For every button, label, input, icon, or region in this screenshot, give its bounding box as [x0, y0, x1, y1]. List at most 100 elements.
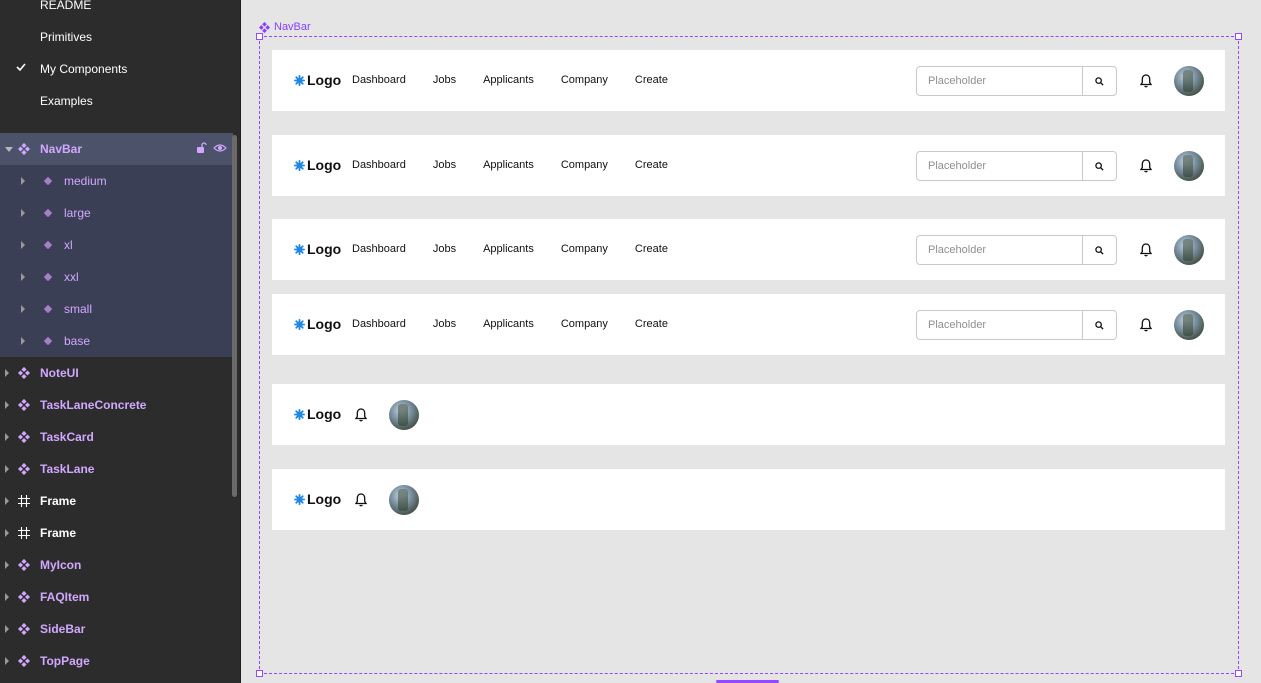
nav-link-create[interactable]: Create	[635, 159, 668, 171]
navbar-variant-full[interactable]: Logo Dashboard Jobs Applicants Company C…	[272, 135, 1225, 196]
caret-right-icon[interactable]	[5, 625, 9, 633]
caret-down-icon[interactable]	[5, 147, 13, 152]
navbar-variant-full[interactable]: Logo Dashboard Jobs Applicants Company C…	[272, 294, 1225, 355]
resize-handle[interactable]	[1235, 670, 1242, 677]
layer-frame[interactable]: Frame	[0, 517, 233, 549]
bell-icon[interactable]	[1139, 158, 1153, 174]
caret-right-icon[interactable]	[21, 337, 25, 345]
layer-tasklaneconcrete[interactable]: TaskLaneConcrete	[0, 389, 233, 421]
search-box[interactable]: Placeholder	[916, 235, 1117, 265]
nav-link-applicants[interactable]: Applicants	[483, 243, 534, 255]
layer-variant-xxl[interactable]: xxl	[0, 261, 233, 293]
page-item-readme[interactable]: README	[0, 0, 240, 21]
search-box[interactable]: Placeholder	[916, 151, 1117, 181]
avatar[interactable]	[389, 400, 419, 430]
nav-link-jobs[interactable]: Jobs	[433, 318, 456, 330]
search-input[interactable]: Placeholder	[917, 152, 1082, 180]
layer-noteui[interactable]: NoteUI	[0, 357, 233, 389]
layer-variant-base[interactable]: base	[0, 325, 233, 357]
caret-right-icon[interactable]	[5, 497, 9, 505]
caret-right-icon[interactable]	[21, 209, 25, 217]
nav-link-applicants[interactable]: Applicants	[483, 159, 534, 171]
navbar-variant-full[interactable]: Logo Dashboard Jobs Applicants Company C…	[272, 50, 1225, 111]
caret-right-icon[interactable]	[21, 177, 25, 185]
caret-right-icon[interactable]	[5, 465, 9, 473]
avatar[interactable]	[1174, 66, 1204, 96]
navbar-variant-compact[interactable]: Logo	[272, 469, 1225, 530]
layer-variant-medium[interactable]: medium	[0, 165, 233, 197]
search-button[interactable]	[1082, 236, 1116, 264]
avatar[interactable]	[1174, 235, 1204, 265]
page-item-examples[interactable]: Examples	[0, 85, 240, 117]
caret-right-icon[interactable]	[21, 241, 25, 249]
resize-handle[interactable]	[256, 33, 263, 40]
nav-link-jobs[interactable]: Jobs	[433, 159, 456, 171]
search-box[interactable]: Placeholder	[916, 66, 1117, 96]
caret-right-icon[interactable]	[5, 401, 9, 409]
navbar-variant-compact[interactable]: Logo	[272, 384, 1225, 445]
search-input[interactable]: Placeholder	[917, 67, 1082, 95]
nav-link-company[interactable]: Company	[561, 74, 608, 86]
layer-variant-large[interactable]: large	[0, 197, 233, 229]
design-canvas[interactable]: NavBar Logo Dashboard Jobs Applicants Co…	[241, 0, 1261, 683]
nav-link-applicants[interactable]: Applicants	[483, 74, 534, 86]
frame-label[interactable]: NavBar	[259, 21, 311, 33]
caret-right-icon[interactable]	[5, 433, 9, 441]
search-button[interactable]	[1082, 311, 1116, 339]
caret-right-icon[interactable]	[21, 305, 25, 313]
nav-link-dashboard[interactable]: Dashboard	[352, 243, 406, 255]
component-set-selection[interactable]	[259, 36, 1239, 674]
resize-handle[interactable]	[1235, 33, 1242, 40]
nav-link-create[interactable]: Create	[635, 318, 668, 330]
caret-right-icon[interactable]	[5, 657, 9, 665]
nav-link-create[interactable]: Create	[635, 243, 668, 255]
caret-right-icon[interactable]	[5, 561, 9, 569]
nav-link-jobs[interactable]: Jobs	[433, 74, 456, 86]
layers-scrollbar[interactable]	[232, 135, 237, 497]
bell-icon[interactable]	[1139, 317, 1153, 333]
nav-link-company[interactable]: Company	[561, 318, 608, 330]
search-input[interactable]: Placeholder	[917, 311, 1082, 339]
nav-link-applicants[interactable]: Applicants	[483, 318, 534, 330]
layer-navbar[interactable]: NavBar	[0, 133, 233, 165]
nav-link-dashboard[interactable]: Dashboard	[352, 159, 406, 171]
caret-right-icon[interactable]	[5, 529, 9, 537]
layer-sidebar[interactable]: SideBar	[0, 613, 233, 645]
nav-link-dashboard[interactable]: Dashboard	[352, 74, 406, 86]
navbar-variant-full[interactable]: Logo Dashboard Jobs Applicants Company C…	[272, 219, 1225, 280]
caret-right-icon[interactable]	[5, 593, 9, 601]
layer-faqitem[interactable]: FAQItem	[0, 581, 233, 613]
layer-taskcard[interactable]: TaskCard	[0, 421, 233, 453]
layer-variant-small[interactable]: small	[0, 293, 233, 325]
caret-right-icon[interactable]	[21, 273, 25, 281]
caret-right-icon[interactable]	[5, 369, 9, 377]
avatar[interactable]	[1174, 310, 1204, 340]
nav-link-create[interactable]: Create	[635, 74, 668, 86]
avatar[interactable]	[389, 485, 419, 515]
search-button[interactable]	[1082, 67, 1116, 95]
variant-icon	[43, 272, 53, 282]
page-item-primitives[interactable]: Primitives	[0, 21, 240, 53]
layer-variant-xl[interactable]: xl	[0, 229, 233, 261]
layer-tasklane[interactable]: TaskLane	[0, 453, 233, 485]
layer-frame[interactable]: Frame	[0, 485, 233, 517]
resize-handle[interactable]	[256, 670, 263, 677]
layer-myicon[interactable]: MyIcon	[0, 549, 233, 581]
nav-link-company[interactable]: Company	[561, 159, 608, 171]
layer-toppage[interactable]: TopPage	[0, 645, 233, 677]
unlock-icon[interactable]	[195, 142, 207, 154]
search-input[interactable]: Placeholder	[917, 236, 1082, 264]
bell-icon[interactable]	[354, 492, 368, 508]
bell-icon[interactable]	[1139, 73, 1153, 89]
page-item-my-components[interactable]: My Components	[0, 53, 240, 85]
eye-icon[interactable]	[213, 142, 227, 154]
nav-link-dashboard[interactable]: Dashboard	[352, 318, 406, 330]
bell-icon[interactable]	[354, 407, 368, 423]
nav-link-jobs[interactable]: Jobs	[433, 243, 456, 255]
search-button[interactable]	[1082, 152, 1116, 180]
bell-icon[interactable]	[1139, 242, 1153, 258]
nav-link-company[interactable]: Company	[561, 243, 608, 255]
avatar[interactable]	[1174, 151, 1204, 181]
component-icon	[18, 623, 30, 635]
search-box[interactable]: Placeholder	[916, 310, 1117, 340]
